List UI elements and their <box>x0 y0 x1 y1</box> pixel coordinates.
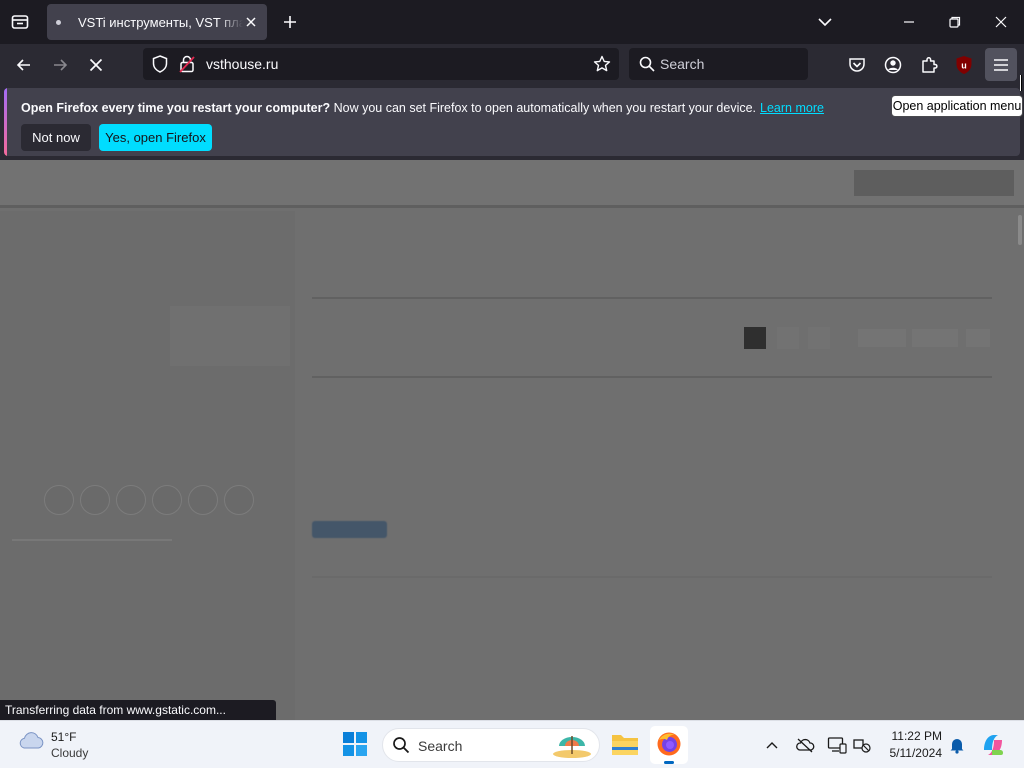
search-highlight-illustration-icon <box>551 732 593 760</box>
tab-strip: VSTi инструменты, VST плагины <box>0 0 1024 44</box>
pocket-icon[interactable] <box>843 51 871 79</box>
sort-control-placeholder <box>858 329 906 347</box>
learn-more-link[interactable]: Learn more <box>760 101 824 115</box>
weather-temperature[interactable]: 51°F <box>51 730 76 744</box>
tab-close-icon[interactable] <box>241 12 261 32</box>
extensions-puzzle-icon[interactable] <box>915 51 943 79</box>
sidebar-divider <box>12 539 172 541</box>
site-header-placeholder <box>0 160 1024 208</box>
default-browser-notification-bar: Open Firefox every time you restart your… <box>4 88 1020 156</box>
window-close-icon[interactable] <box>986 8 1016 36</box>
tab-title: VSTi инструменты, VST плагины <box>78 14 243 30</box>
active-app-indicator <box>664 761 674 764</box>
application-menu-tooltip: Open application menu <box>891 95 1023 117</box>
mouse-cursor <box>1020 75 1022 91</box>
social-circle-icon <box>224 485 254 515</box>
page-scrollbar[interactable] <box>1018 215 1022 245</box>
yes-open-firefox-button[interactable]: Yes, open Firefox <box>99 124 212 151</box>
onedrive-offline-icon[interactable] <box>794 734 816 756</box>
show-hidden-icons-chevron-icon[interactable] <box>761 734 783 756</box>
sort-control-placeholder <box>912 329 958 347</box>
navigation-toolbar: vsthouse.ru Search u 9 <box>0 44 1024 106</box>
content-button-placeholder <box>312 521 387 538</box>
forward-button[interactable] <box>46 51 74 79</box>
sort-control-placeholder <box>966 329 990 347</box>
social-icons-placeholder <box>44 485 254 515</box>
search-placeholder: Search <box>660 56 705 72</box>
tab-active[interactable]: VSTi инструменты, VST плагины <box>47 4 267 40</box>
page-content-loading <box>0 160 1024 720</box>
view-toggle-placeholder <box>808 327 830 349</box>
svg-text:u: u <box>961 61 967 71</box>
not-now-button[interactable]: Not now <box>21 124 91 151</box>
copilot-icon[interactable] <box>980 732 1006 758</box>
weather-condition[interactable]: Cloudy <box>51 746 88 760</box>
social-circle-icon <box>44 485 74 515</box>
taskbar-search-placeholder: Search <box>418 738 463 754</box>
tracking-protection-shield-icon[interactable] <box>150 54 170 74</box>
content-divider <box>312 576 992 578</box>
address-bar[interactable]: vsthouse.ru <box>143 48 619 80</box>
windows-taskbar: 51°F Cloudy Search 11:22 PM 5/11/2024 <box>0 720 1024 768</box>
clock-date[interactable]: 5/11/2024 <box>880 746 943 760</box>
sidebar-card-placeholder <box>170 306 290 366</box>
status-panel: Transferring data from www.gstatic.com..… <box>0 700 276 720</box>
restore-icon[interactable] <box>940 8 970 36</box>
new-tab-button[interactable] <box>276 8 304 36</box>
view-toggle-placeholder <box>777 327 799 349</box>
search-icon <box>637 54 657 74</box>
notification-accent-stripe <box>4 88 7 156</box>
bookmark-star-icon[interactable] <box>591 53 613 75</box>
cloudy-weather-icon[interactable] <box>17 730 45 754</box>
account-icon[interactable] <box>879 51 907 79</box>
windows-start-icon[interactable] <box>342 731 370 759</box>
network-no-internet-icon[interactable] <box>851 734 873 756</box>
social-circle-icon <box>116 485 146 515</box>
minimize-icon[interactable] <box>894 8 924 36</box>
firefox-view-icon[interactable] <box>6 8 34 36</box>
content-divider <box>312 376 992 378</box>
view-toggle-placeholder <box>744 327 766 349</box>
content-divider <box>312 297 992 299</box>
notification-bold-text: Open Firefox every time you restart your… <box>21 101 331 115</box>
url-text[interactable]: vsthouse.ru <box>206 56 278 72</box>
notification-message: Open Firefox every time you restart your… <box>21 101 824 115</box>
site-sidebar-placeholder <box>0 211 295 720</box>
display-icon[interactable] <box>826 734 848 756</box>
search-bar[interactable]: Search <box>629 48 808 80</box>
notification-bell-icon[interactable] <box>946 734 968 756</box>
tab-loading-icon <box>56 19 61 25</box>
file-explorer-icon[interactable] <box>610 730 640 760</box>
ublock-origin-icon[interactable]: u <box>950 51 978 79</box>
search-icon <box>392 736 412 756</box>
site-header-block <box>854 170 1014 196</box>
list-all-tabs-icon[interactable] <box>811 8 839 36</box>
stop-loading-button[interactable] <box>82 51 110 79</box>
insecure-lock-icon[interactable] <box>177 54 197 74</box>
firefox-icon <box>657 732 681 756</box>
social-circle-icon <box>152 485 182 515</box>
clock-time[interactable]: 11:22 PM <box>888 729 942 743</box>
notification-body-text: Now you can set Firefox to open automati… <box>330 101 757 115</box>
taskbar-search-box[interactable]: Search <box>382 728 600 762</box>
social-circle-icon <box>188 485 218 515</box>
back-button[interactable] <box>10 51 38 79</box>
social-circle-icon <box>80 485 110 515</box>
application-menu-button[interactable] <box>985 48 1017 81</box>
firefox-taskbar-button[interactable] <box>650 726 688 764</box>
